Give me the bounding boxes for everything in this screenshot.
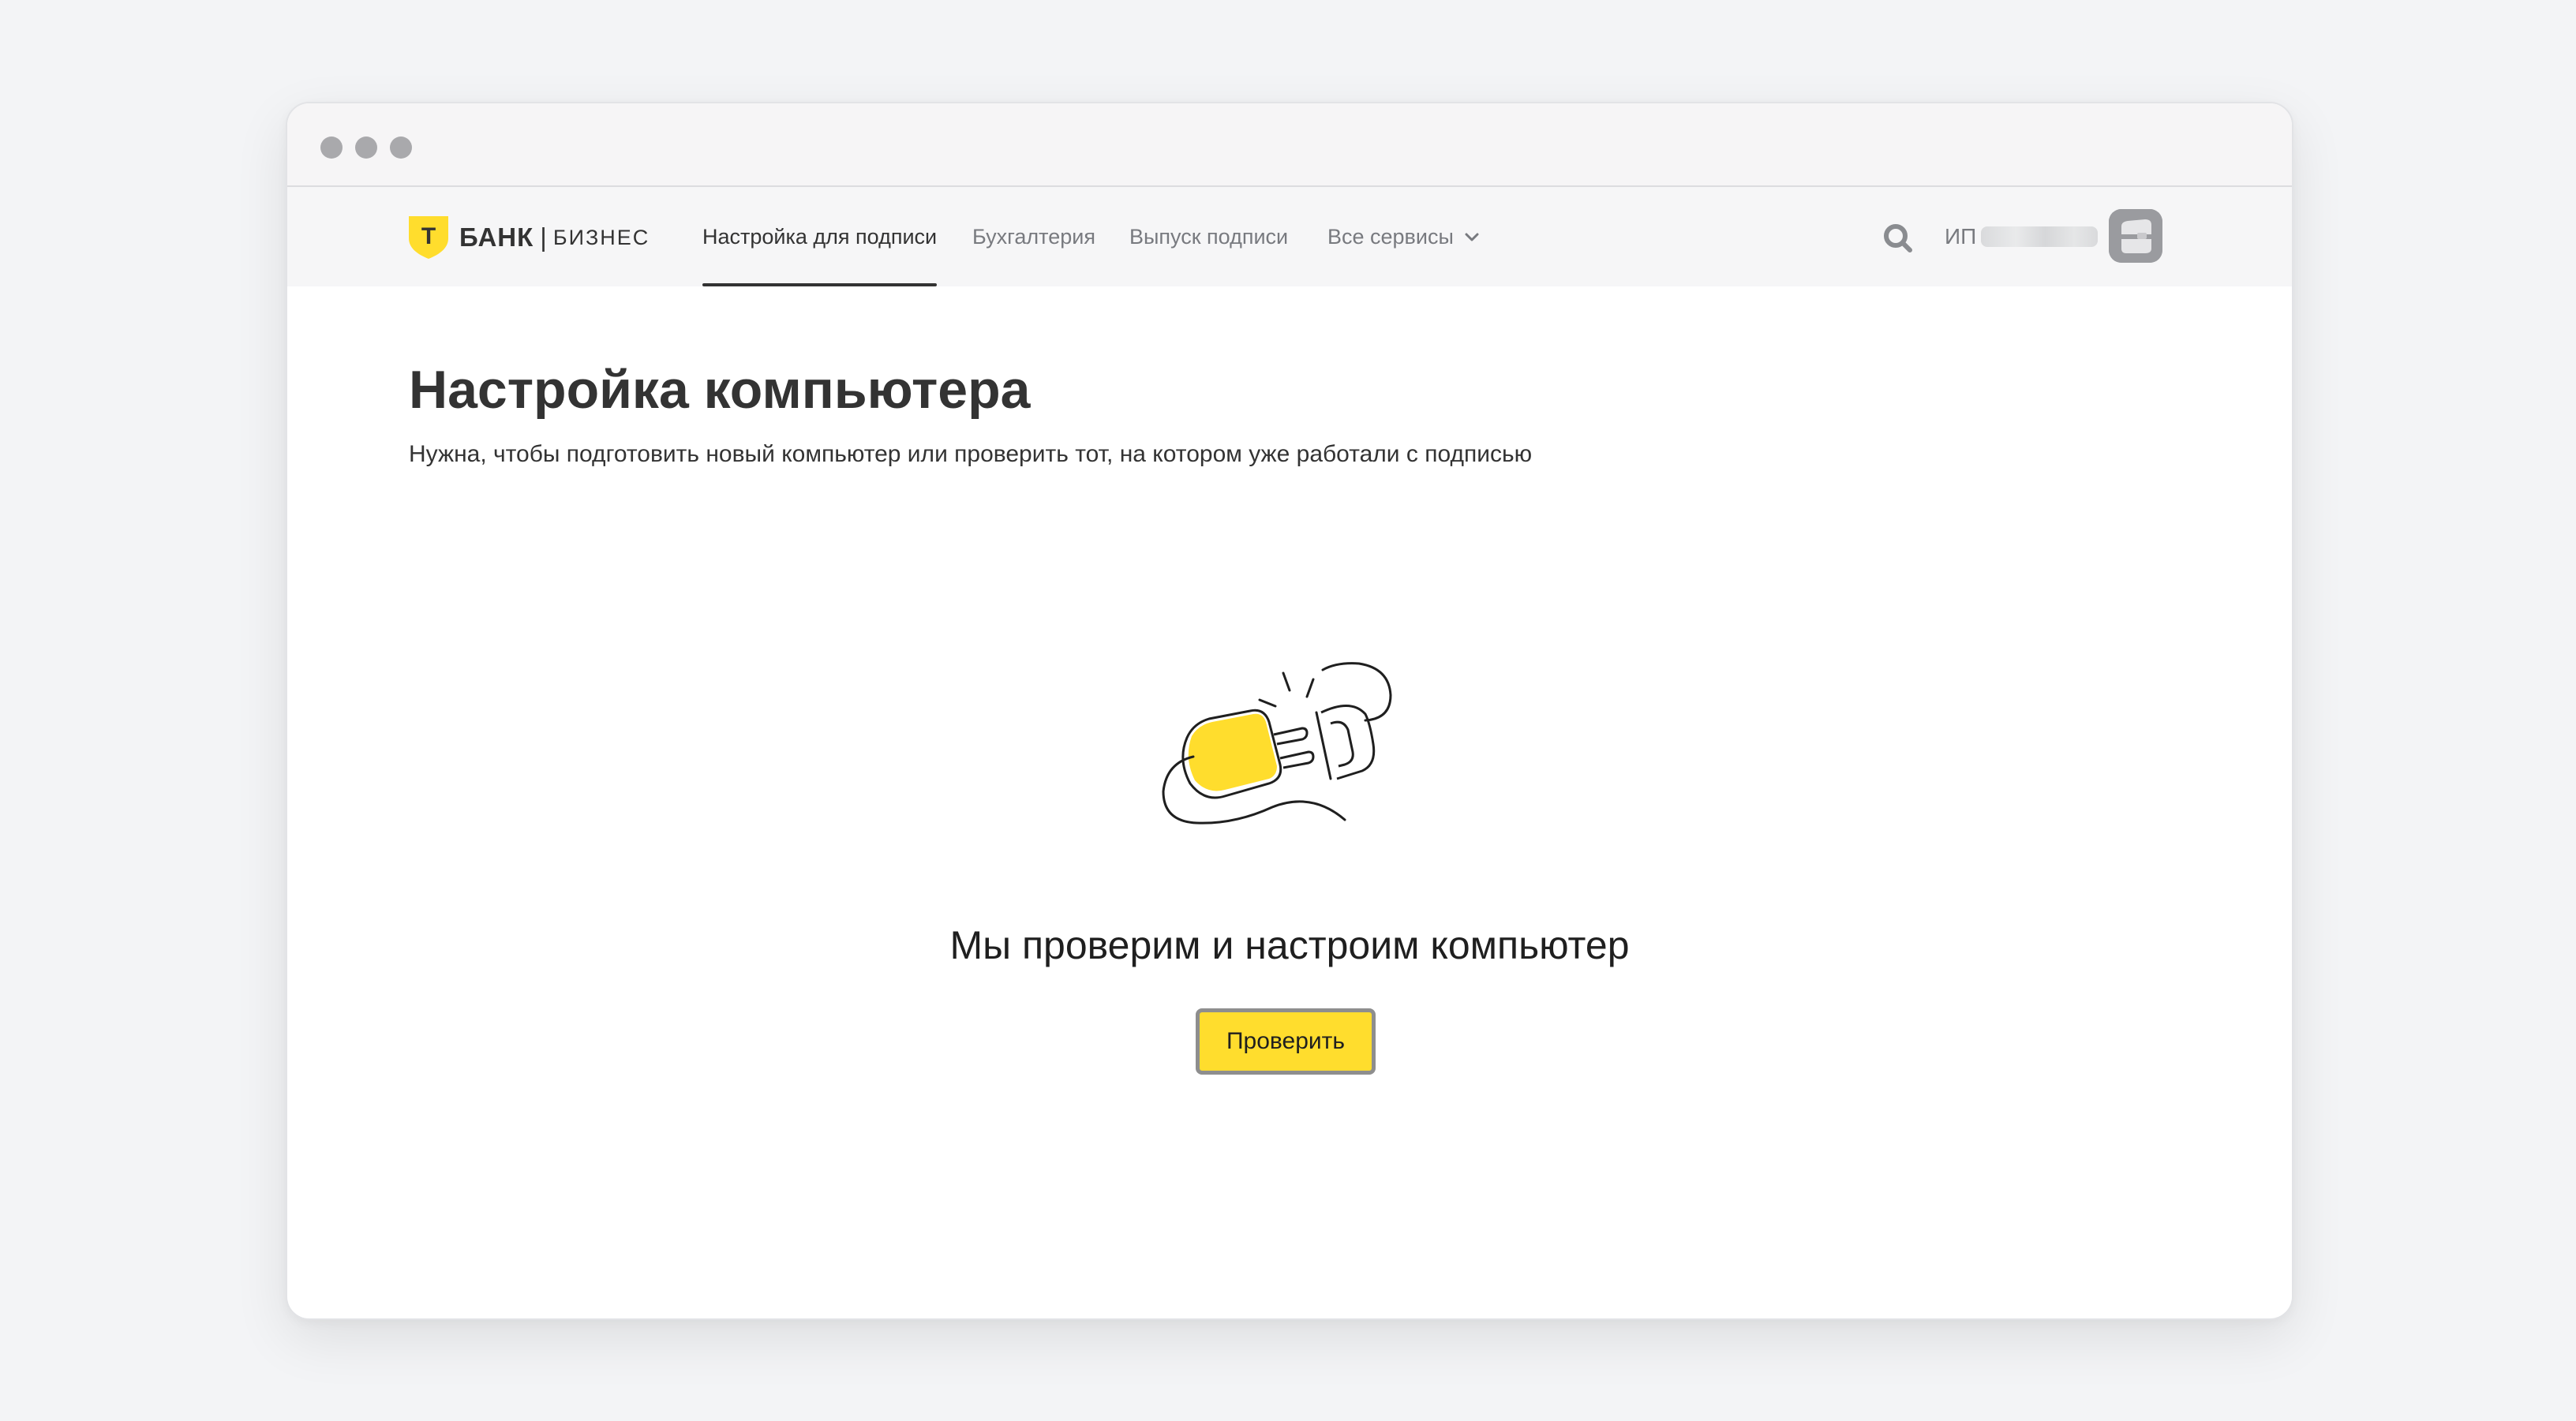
window-close-dot[interactable] [320, 136, 343, 159]
nav-tab-label: Настройка для подписи [702, 224, 938, 249]
top-navigation: Т БАНК | БИЗНЕС Настройка для подписи Бу… [287, 187, 2292, 286]
nav-tab-signature-issue[interactable]: Выпуск подписи [1129, 187, 1288, 286]
blurred-user-name [1981, 226, 2099, 247]
avatar[interactable] [2109, 209, 2162, 263]
bank-logo[interactable]: Т БАНК | БИЗНЕС [407, 214, 650, 261]
window-maximize-dot[interactable] [390, 136, 412, 159]
nav-all-services-dropdown[interactable]: Все сервисы [1327, 187, 1481, 286]
user-account-name[interactable]: ИП [1945, 187, 2099, 286]
window-minimize-dot[interactable] [355, 136, 377, 159]
logo-separator: | [540, 222, 547, 252]
shield-logo-icon: Т [409, 216, 448, 259]
nav-tab-label: Выпуск подписи [1129, 224, 1289, 249]
main-content: Настройка компьютера Нужна, чтобы подгот… [287, 286, 2292, 1317]
window-titlebar [287, 103, 2292, 187]
logo-bank-text: БАНК [459, 222, 534, 252]
chevron-down-icon [1465, 233, 1479, 241]
page-title: Настройка компьютера [409, 360, 1031, 420]
nav-tab-label: Бухгалтерия [972, 224, 1095, 249]
search-icon[interactable] [1880, 220, 1916, 256]
empty-state-title: Мы проверим и настроим компьютер [949, 923, 1630, 967]
nav-tab-label: Все сервисы [1327, 224, 1454, 249]
user-prefix: ИП [1945, 224, 1977, 249]
page-subtitle: Нужна, чтобы подготовить новый компьютер… [409, 441, 1533, 467]
nav-tab-signature-setup[interactable]: Настройка для подписи [702, 187, 938, 286]
briefcase-icon [2109, 209, 2162, 263]
check-button[interactable]: Проверить [1196, 1008, 1376, 1075]
browser-window: Т БАНК | БИЗНЕС Настройка для подписи Бу… [286, 102, 2293, 1320]
plug-disconnected-icon [1162, 662, 1392, 825]
nav-tab-accounting[interactable]: Бухгалтерия [972, 187, 1095, 286]
logo-business-text: БИЗНЕС [552, 225, 650, 249]
svg-text:Т: Т [421, 223, 436, 249]
